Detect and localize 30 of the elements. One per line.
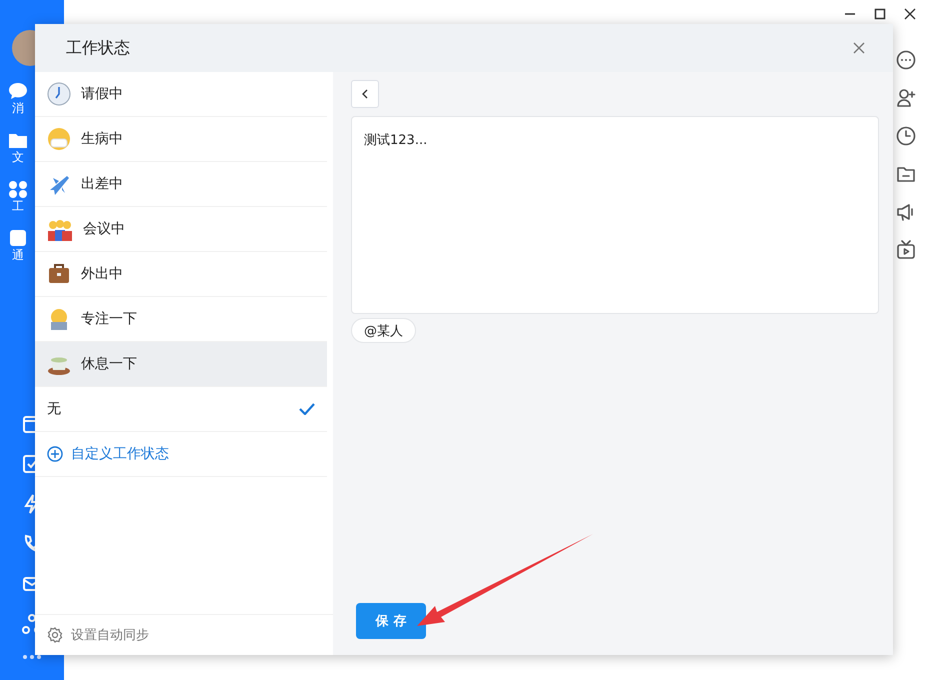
- mention-button[interactable]: @某人: [351, 318, 416, 343]
- close-icon[interactable]: [904, 8, 916, 20]
- maximize-icon[interactable]: [874, 8, 886, 20]
- dialog-title: 工作状态: [66, 38, 130, 58]
- nav-label[interactable]: 文: [12, 149, 24, 166]
- clock-icon: [47, 82, 71, 106]
- nav-label[interactable]: 工: [12, 198, 24, 215]
- more-icon[interactable]: [896, 50, 916, 70]
- plus-circle-icon: [47, 446, 63, 462]
- nav-label[interactable]: 消: [12, 100, 24, 117]
- contacts-icon: [8, 229, 28, 247]
- apps-icon: [8, 180, 28, 198]
- folder-icon[interactable]: [896, 164, 916, 184]
- sync-setting-link[interactable]: 设置自动同步: [71, 626, 149, 644]
- custom-status-link[interactable]: 自定义工作状态: [35, 432, 327, 477]
- settings-icon[interactable]: [47, 627, 63, 643]
- more-icon: [22, 654, 42, 660]
- status-item[interactable]: 休息一下: [35, 342, 327, 387]
- briefcase-icon: [47, 262, 71, 286]
- clock-icon[interactable]: [896, 126, 916, 146]
- message-field[interactable]: 测试123...: [351, 116, 879, 314]
- add-user-icon[interactable]: [896, 88, 916, 108]
- chat-icon: [8, 82, 28, 100]
- megaphone-icon[interactable]: [896, 202, 916, 222]
- face-mask-icon: [47, 127, 71, 151]
- people-icon: [47, 217, 73, 241]
- chevron-left-icon: [361, 89, 369, 99]
- nav-label[interactable]: 通: [12, 247, 24, 264]
- tv-icon[interactable]: [896, 240, 916, 260]
- folder-icon: [8, 131, 28, 149]
